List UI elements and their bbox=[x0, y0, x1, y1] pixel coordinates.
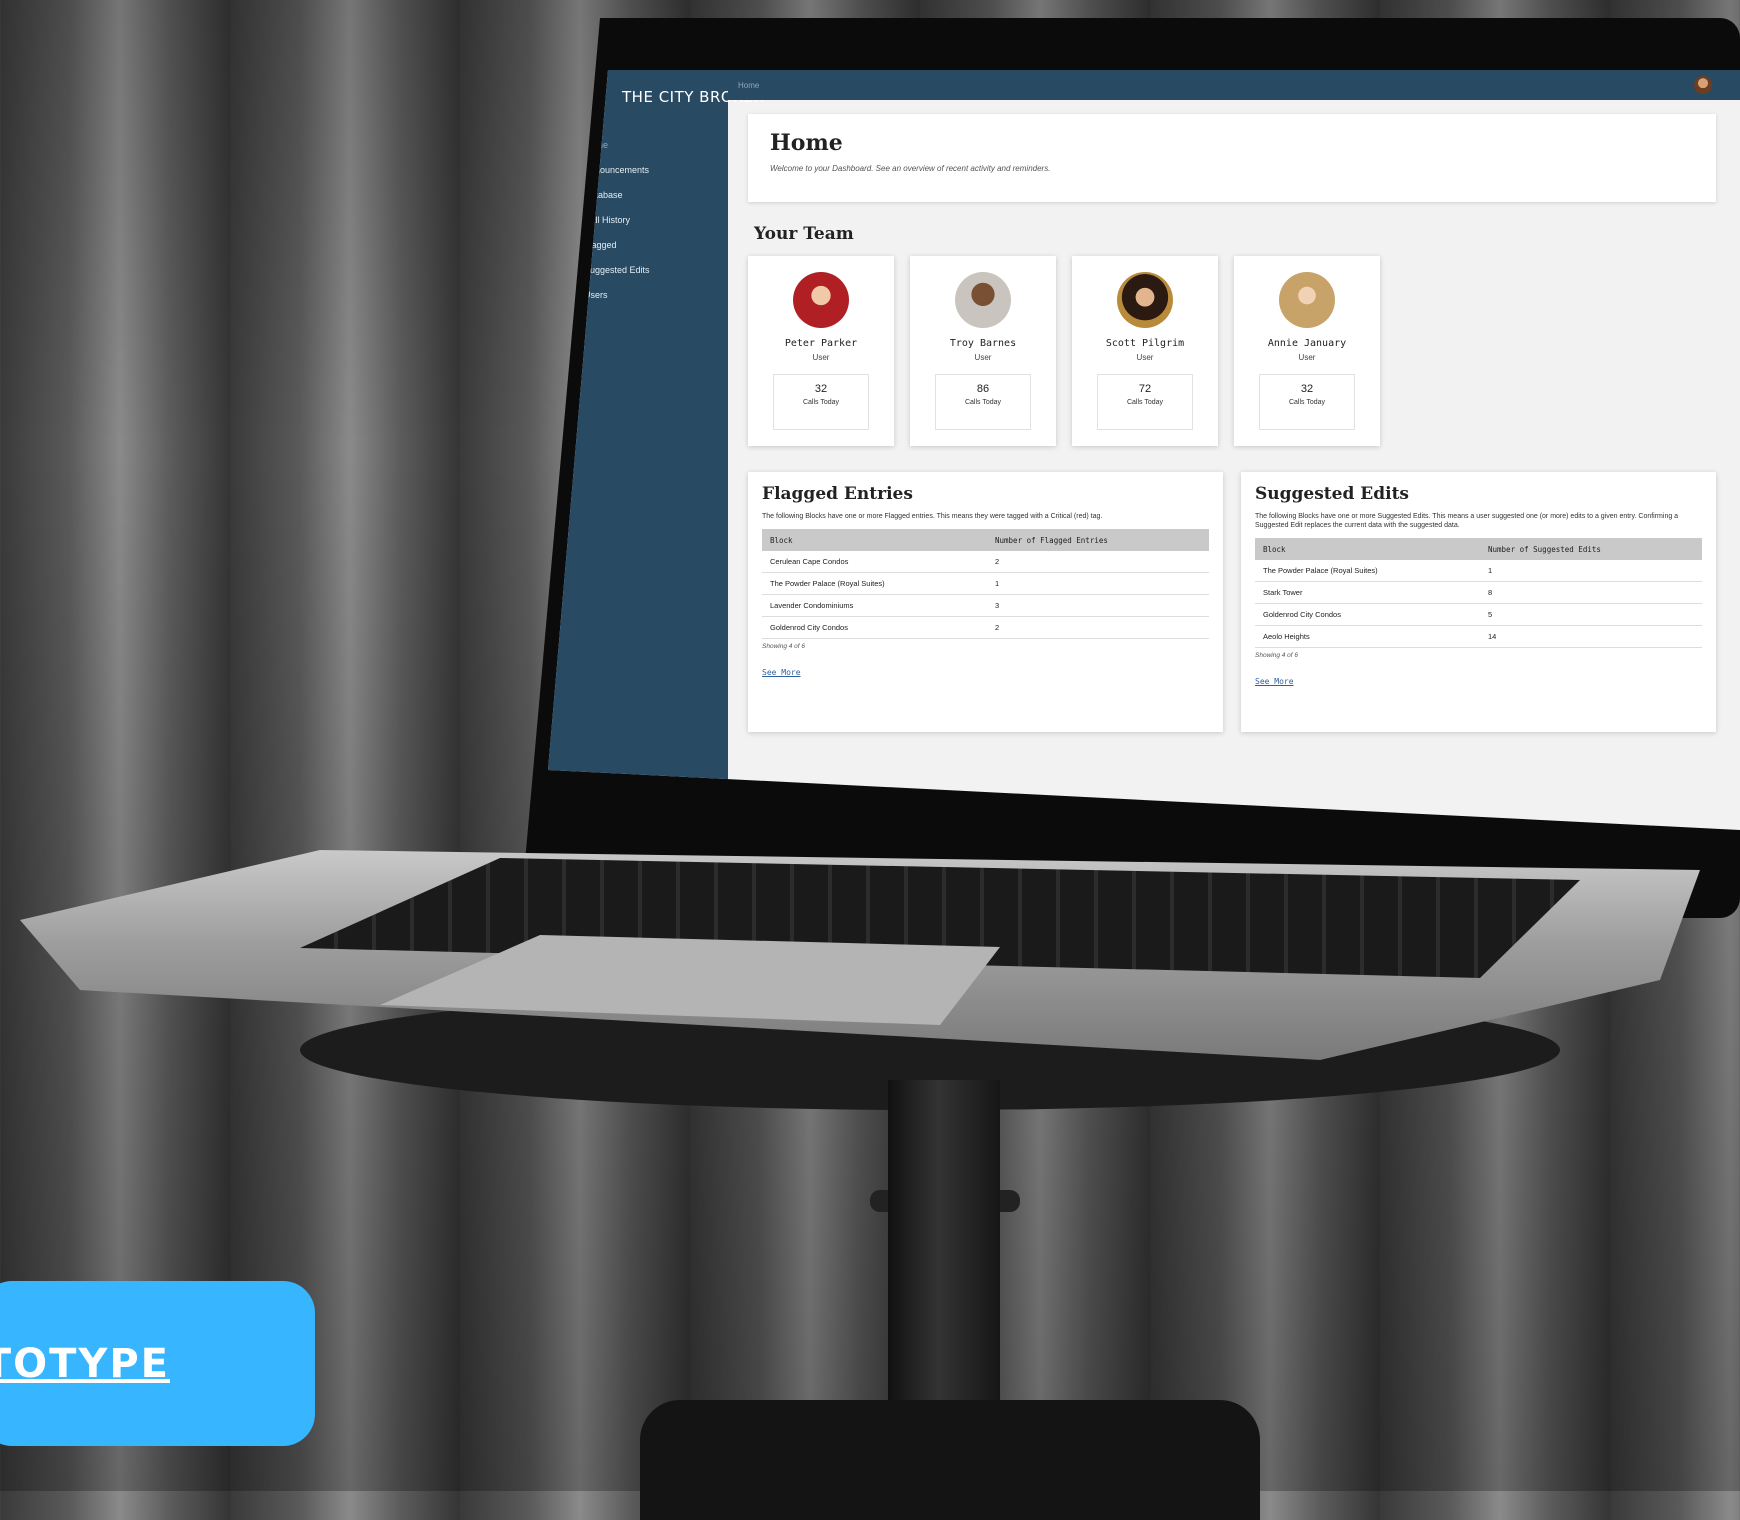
member-avatar bbox=[1117, 272, 1173, 328]
table-cell: 2 bbox=[987, 551, 1209, 574]
calls-count: 86 bbox=[976, 383, 990, 395]
main-area: Home Home Welcome to your Dashboard. See… bbox=[728, 70, 1740, 830]
user-avatar[interactable] bbox=[1694, 76, 1712, 94]
panel-title: Flagged Entries bbox=[762, 484, 913, 504]
column-header[interactable]: Block bbox=[1255, 538, 1480, 561]
member-avatar bbox=[1279, 272, 1335, 328]
stand-base bbox=[640, 1400, 1260, 1520]
member-role: User bbox=[1298, 353, 1316, 362]
showing-count: Showing 4 of 6 bbox=[1255, 652, 1299, 660]
panel-title: Suggested Edits bbox=[1255, 484, 1409, 504]
member-avatar bbox=[955, 272, 1011, 328]
column-header[interactable]: Number of Suggested Edits bbox=[1480, 538, 1702, 561]
table-cell: Cerulean Cape Condos bbox=[762, 551, 987, 574]
member-calls-stat: 32 Calls Today bbox=[773, 374, 869, 430]
table-cell: 1 bbox=[1480, 560, 1702, 583]
prototype-button[interactable]: PROTOTYPE bbox=[0, 1281, 315, 1446]
breadcrumb[interactable]: Home bbox=[738, 81, 759, 90]
team-member-card[interactable]: Annie January User 32 Calls Today bbox=[1234, 256, 1380, 446]
table-row[interactable]: Goldenrod City Condos 2 bbox=[762, 616, 1209, 640]
table-cell: 2 bbox=[987, 616, 1209, 640]
table-cell: The Powder Palace (Royal Suites) bbox=[762, 572, 987, 596]
suggested-table: Block Number of Suggested Edits The Powd… bbox=[1255, 538, 1702, 649]
member-name: Scott Pilgrim bbox=[1105, 338, 1185, 349]
team-member-card[interactable]: Peter Parker User 32 Calls Today bbox=[748, 256, 894, 446]
member-avatar bbox=[793, 272, 849, 328]
table-cell: 5 bbox=[1480, 603, 1702, 627]
flagged-table: Block Number of Flagged Entries Cerulean… bbox=[762, 529, 1209, 640]
see-more-link[interactable]: See More bbox=[1255, 677, 1294, 686]
calls-label: Calls Today bbox=[964, 399, 1002, 406]
table-cell: Lavender Condominiums bbox=[762, 594, 987, 618]
laptop-screen: THE CITY BROKER ⌂ Home ⓘ Announcements ⛁… bbox=[548, 70, 1740, 830]
team-cards: Peter Parker User 32 Calls Today Troy Ba… bbox=[748, 256, 1716, 446]
member-calls-stat: 86 Calls Today bbox=[935, 374, 1031, 430]
table-cell: 14 bbox=[1480, 625, 1702, 649]
table-row[interactable]: Cerulean Cape Condos 2 bbox=[762, 551, 1209, 574]
table-cell: Goldenrod City Condos bbox=[1255, 603, 1480, 627]
dashboard-content: Home Welcome to your Dashboard. See an o… bbox=[728, 100, 1740, 732]
summary-panels: Flagged Entries The following Blocks hav… bbox=[748, 472, 1716, 732]
table-cell: The Powder Palace (Royal Suites) bbox=[1255, 560, 1480, 583]
calls-label: Calls Today bbox=[1288, 399, 1326, 406]
member-name: Annie January bbox=[1267, 338, 1347, 349]
member-role: User bbox=[812, 353, 830, 362]
showing-count: Showing 4 of 6 bbox=[762, 643, 806, 651]
prototype-button-label: PROTOTYPE bbox=[0, 1340, 170, 1387]
table-row[interactable]: Goldenrod City Condos 5 bbox=[1255, 603, 1702, 627]
table-row[interactable]: Lavender Condominiums 3 bbox=[762, 594, 1209, 618]
calls-label: Calls Today bbox=[802, 399, 840, 406]
table-cell: Stark Tower bbox=[1255, 581, 1480, 605]
panel-description: The following Blocks have one or more Su… bbox=[1255, 513, 1679, 530]
team-section-title: Your Team bbox=[754, 224, 854, 244]
suggested-edits-panel: Suggested Edits The following Blocks hav… bbox=[1241, 472, 1716, 732]
table-cell: 3 bbox=[987, 594, 1209, 618]
top-bar: Home bbox=[728, 70, 1740, 100]
member-role: User bbox=[974, 353, 992, 362]
home-header-card: Home Welcome to your Dashboard. See an o… bbox=[748, 114, 1716, 202]
calls-label: Calls Today bbox=[1126, 399, 1164, 406]
member-calls-stat: 32 Calls Today bbox=[1259, 374, 1355, 430]
page-subtitle: Welcome to your Dashboard. See an overvi… bbox=[770, 164, 1051, 173]
table-row[interactable]: The Powder Palace (Royal Suites) 1 bbox=[762, 572, 1209, 596]
table-header-row: Block Number of Suggested Edits bbox=[1255, 538, 1702, 561]
table-header-row: Block Number of Flagged Entries bbox=[762, 529, 1209, 552]
table-row[interactable]: Aeolo Heights 14 bbox=[1255, 625, 1702, 649]
calls-count: 32 bbox=[1300, 383, 1314, 395]
member-name: Troy Barnes bbox=[949, 338, 1017, 349]
column-header[interactable]: Block bbox=[762, 529, 987, 552]
flagged-entries-panel: Flagged Entries The following Blocks hav… bbox=[748, 472, 1223, 732]
page-title: Home bbox=[770, 130, 843, 156]
table-row[interactable]: The Powder Palace (Royal Suites) 1 bbox=[1255, 560, 1702, 583]
column-header[interactable]: Number of Flagged Entries bbox=[987, 529, 1209, 552]
panel-description: The following Blocks have one or more Fl… bbox=[762, 513, 1103, 520]
table-cell: Goldenrod City Condos bbox=[762, 616, 987, 640]
member-role: User bbox=[1136, 353, 1154, 362]
calls-count: 72 bbox=[1138, 383, 1152, 395]
calls-count: 32 bbox=[814, 383, 828, 395]
table-cell: 1 bbox=[987, 572, 1209, 596]
member-calls-stat: 72 Calls Today bbox=[1097, 374, 1193, 430]
table-cell: 8 bbox=[1480, 581, 1702, 605]
table-cell: Aeolo Heights bbox=[1255, 625, 1480, 649]
sidebar-item-label: Suggested Edits bbox=[584, 264, 650, 275]
team-member-card[interactable]: Troy Barnes User 86 Calls Today bbox=[910, 256, 1056, 446]
see-more-link[interactable]: See More bbox=[762, 668, 801, 677]
table-row[interactable]: Stark Tower 8 bbox=[1255, 581, 1702, 605]
member-name: Peter Parker bbox=[784, 338, 858, 349]
team-member-card[interactable]: Scott Pilgrim User 72 Calls Today bbox=[1072, 256, 1218, 446]
brand-logo: THE CITY BROKER bbox=[622, 88, 765, 106]
